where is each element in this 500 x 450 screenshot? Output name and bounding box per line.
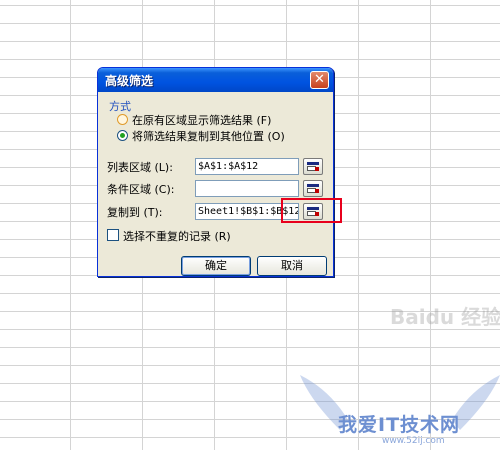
radio-copy-elsewhere[interactable] [117, 130, 128, 141]
advanced-filter-dialog: 高级筛选 ✕ 方式 在原有区域显示筛选结果 (F) 将筛选结果复制到其他位置 (… [97, 67, 334, 277]
radio-copy-elsewhere-label[interactable]: 将筛选结果复制到其他位置 (O) [132, 128, 285, 144]
copy-to-label: 复制到 (T): [107, 206, 163, 219]
mode-group-title: 方式 [109, 100, 131, 113]
ok-button[interactable]: 确定 [181, 256, 251, 276]
unique-records-checkbox[interactable] [107, 229, 119, 241]
close-button[interactable]: ✕ [310, 71, 329, 89]
site-watermark: 我爱IT技术网 www.52ij.com [300, 370, 500, 450]
watermark-text: 我爱IT技术网 [338, 414, 461, 436]
highlight-box [281, 198, 342, 223]
criteria-range-input[interactable] [195, 180, 299, 197]
baidu-watermark: Baidu 经验 [390, 305, 500, 329]
close-icon: ✕ [314, 72, 325, 87]
dialog-title: 高级筛选 [105, 74, 154, 88]
list-range-select-button[interactable] [303, 158, 323, 175]
range-select-icon [307, 162, 319, 171]
range-select-icon [307, 184, 319, 193]
dialog-body: 方式 在原有区域显示筛选结果 (F) 将筛选结果复制到其他位置 (O) 列表区域… [98, 92, 333, 276]
cancel-button[interactable]: 取消 [257, 256, 327, 276]
criteria-range-select-button[interactable] [303, 180, 323, 197]
radio-in-place[interactable] [117, 114, 128, 125]
list-range-label: 列表区域 (L): [107, 161, 173, 174]
list-range-input[interactable]: $A$1:$A$12 [195, 158, 299, 175]
radio-in-place-label[interactable]: 在原有区域显示筛选结果 (F) [132, 112, 271, 128]
watermark-url: www.52ij.com [382, 436, 445, 446]
unique-records-label[interactable]: 选择不重复的记录 (R) [123, 228, 231, 244]
dialog-titlebar[interactable]: 高级筛选 ✕ [98, 68, 333, 92]
criteria-range-label: 条件区域 (C): [107, 183, 175, 196]
